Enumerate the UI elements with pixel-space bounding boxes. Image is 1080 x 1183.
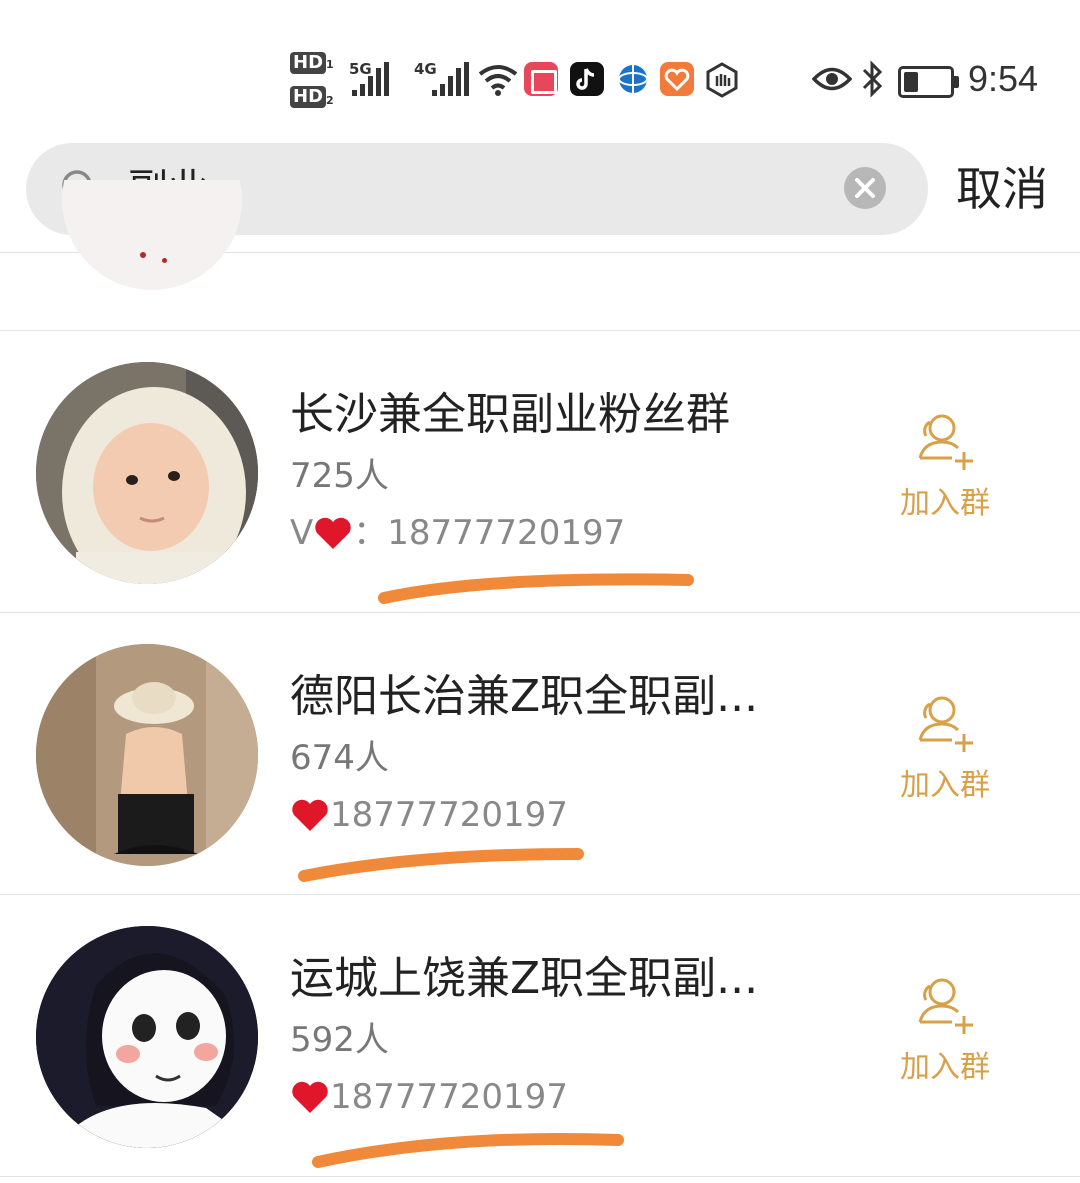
group-contact: 18777720197: [290, 794, 568, 836]
join-group-button[interactable]: 加入群: [890, 410, 1000, 530]
bluetooth-icon: [862, 60, 883, 98]
list-item[interactable]: 德阳长治兼Z职全职副... 674人 18777720197 加入群: [0, 612, 1080, 892]
member-count: 725人: [290, 456, 389, 496]
group-name: 运城上饶兼Z职全职副...: [290, 953, 759, 1004]
wifi-icon: [478, 65, 518, 96]
clear-icon[interactable]: [843, 166, 887, 210]
join-group-button[interactable]: 加入群: [890, 692, 1000, 812]
tiktok-icon: [570, 62, 604, 96]
marker-underline: [298, 848, 584, 882]
contact-number: 18777720197: [330, 795, 568, 835]
group-name: 长沙兼全职副业粉丝群: [290, 389, 730, 440]
book-app-icon: [524, 62, 558, 96]
contact-number: 18777720197: [330, 1077, 568, 1117]
hand-app-icon: [704, 62, 738, 98]
avatar: [36, 644, 258, 866]
hd1-icon: HD: [290, 52, 327, 74]
marker-underline: [312, 1132, 624, 1168]
marker-underline: [378, 573, 694, 604]
join-group-label: 加入群: [900, 768, 990, 803]
contact-number: 18777720197: [387, 513, 626, 553]
partial-avatar: [62, 180, 242, 290]
eye-icon: [812, 67, 852, 91]
add-group-icon: [918, 696, 973, 752]
avatar: [36, 926, 258, 1148]
avatar: [36, 362, 258, 584]
member-count: 674人: [290, 738, 389, 778]
join-group-label: 加入群: [900, 486, 990, 521]
contact-prefix: V: [290, 513, 314, 553]
clock-time: 9:54: [968, 58, 1039, 99]
group-name: 德阳长治兼Z职全职副...: [290, 671, 759, 722]
divider: [0, 1176, 1080, 1177]
group-contact: V ： 18777720197: [290, 512, 625, 554]
hd2-sub: 2: [326, 94, 334, 107]
browser-icon: [616, 62, 650, 96]
add-group-icon: [918, 978, 973, 1034]
hd1-sub: 1: [326, 58, 334, 71]
search-results-screen: HD 1 HD 2 5G 4G 9:54 取消 长沙兼全职副业粉丝群 725人 …: [0, 0, 1080, 1183]
cancel-button[interactable]: 取消: [956, 162, 1048, 216]
list-item[interactable]: 运城上饶兼Z职全职副... 592人 18777720197 加入群: [0, 894, 1080, 1174]
join-group-label: 加入群: [900, 1050, 990, 1085]
member-count: 592人: [290, 1020, 389, 1060]
add-group-icon: [918, 414, 973, 470]
group-contact: 18777720197: [290, 1076, 568, 1118]
join-group-button[interactable]: 加入群: [890, 974, 1000, 1094]
battery-icon: [898, 66, 959, 98]
signal-icon: [352, 62, 389, 96]
list-item[interactable]: 长沙兼全职副业粉丝群 725人 V ： 18777720197 加入群: [0, 330, 1080, 610]
heart-icon: [292, 1081, 328, 1113]
signal-icon-2: [432, 62, 469, 96]
hd2-icon: HD: [290, 86, 327, 108]
heart-icon: [292, 799, 328, 831]
health-app-icon: [660, 62, 694, 96]
status-bar: HD 1 HD 2 5G 4G 9:54: [0, 0, 1080, 140]
contact-separator: ：: [353, 513, 388, 553]
heart-icon: [315, 517, 351, 549]
